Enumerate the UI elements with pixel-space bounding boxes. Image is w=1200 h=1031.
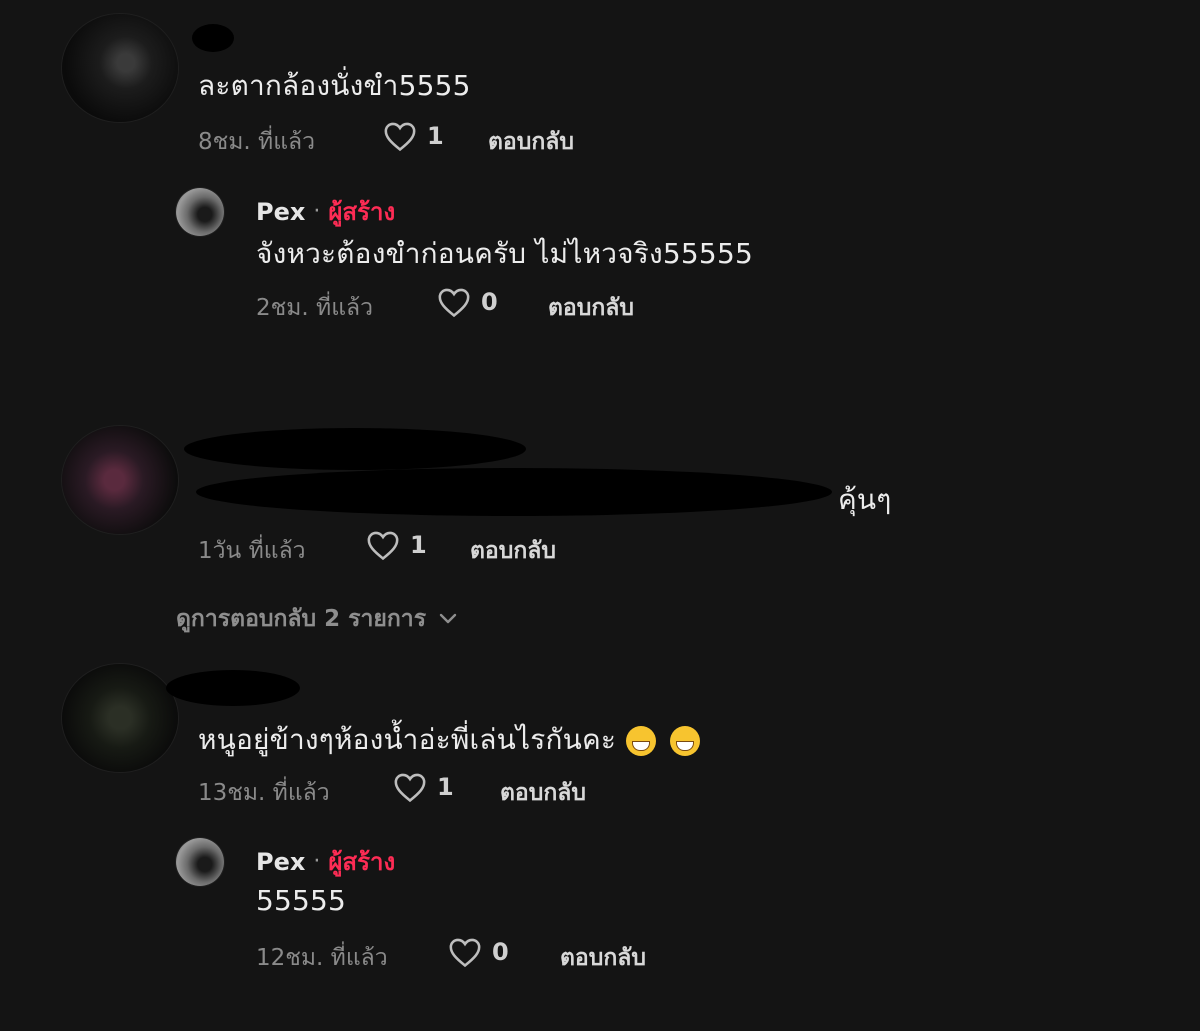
heart-icon[interactable] [437,286,471,318]
heart-icon[interactable] [393,771,427,803]
like-count: 1 [410,531,427,559]
like-button[interactable]: 0 [437,286,498,318]
avatar[interactable] [62,426,178,534]
chevron-down-icon [438,606,458,632]
comment-timestamp: 8ชม. ที่แล้ว [198,129,316,155]
like-button[interactable]: 1 [366,529,427,561]
grinning-sweat-emoji-icon [626,726,657,756]
avatar[interactable] [62,664,178,772]
comment-text: หนูอยู่ข้างๆห้องน้ำอ่ะพี่เล่นไรกันคะ [198,718,701,762]
grinning-sweat-emoji-icon [670,726,701,756]
comment-timestamp: 1วัน ที่แล้ว [198,538,306,564]
like-count: 0 [481,288,498,316]
reply-button[interactable]: ตอบกลับ [500,775,586,811]
author-name[interactable]: Pex [256,198,305,226]
comment-text-suffix: คุ้นๆ [838,483,892,516]
heart-icon[interactable] [383,120,417,152]
redacted-username [192,24,234,52]
redacted-username [166,670,300,706]
reply-button[interactable]: ตอบกลับ [560,940,646,976]
like-button[interactable]: 1 [383,120,444,152]
reply-text: จังหวะต้องขำก่อนครับ ไม่ไหวจริง55555 [256,237,753,270]
heart-icon[interactable] [366,529,400,561]
creator-badge: ผู้สร้าง [328,198,396,226]
like-count: 1 [437,773,454,801]
author-name[interactable]: Pex [256,848,305,876]
reply-button[interactable]: ตอบกลับ [548,290,634,326]
view-replies-button[interactable]: ดูการตอบกลับ 2 รายการ [176,601,458,637]
avatar[interactable] [176,838,224,886]
heart-icon[interactable] [448,936,482,968]
separator: · [313,849,321,874]
reply-button[interactable]: ตอบกลับ [488,124,574,160]
reply-header: Pex · ผู้สร้าง [256,842,395,881]
like-count: 0 [492,938,509,966]
like-count: 1 [427,122,444,150]
redacted-comment-text [196,468,832,516]
reply-button[interactable]: ตอบกลับ [470,533,556,569]
reply-timestamp: 2ชม. ที่แล้ว [256,295,374,321]
comment-text-body: หนูอยู่ข้างๆห้องน้ำอ่ะพี่เล่นไรกันคะ [198,723,617,756]
view-replies-label: ดูการตอบกลับ 2 รายการ [176,606,427,632]
avatar[interactable] [62,14,178,122]
comment-text: ละตากล้องนั่งขำ5555 [198,69,471,102]
avatar[interactable] [176,188,224,236]
redacted-username [184,428,526,470]
like-button[interactable]: 1 [393,771,454,803]
creator-badge: ผู้สร้าง [328,848,396,876]
comment-timestamp: 13ชม. ที่แล้ว [198,780,330,806]
reply-text: 55555 [256,884,347,917]
reply-timestamp: 12ชม. ที่แล้ว [256,945,388,971]
separator: · [313,199,321,224]
like-button[interactable]: 0 [448,936,509,968]
reply-header: Pex · ผู้สร้าง [256,192,395,231]
